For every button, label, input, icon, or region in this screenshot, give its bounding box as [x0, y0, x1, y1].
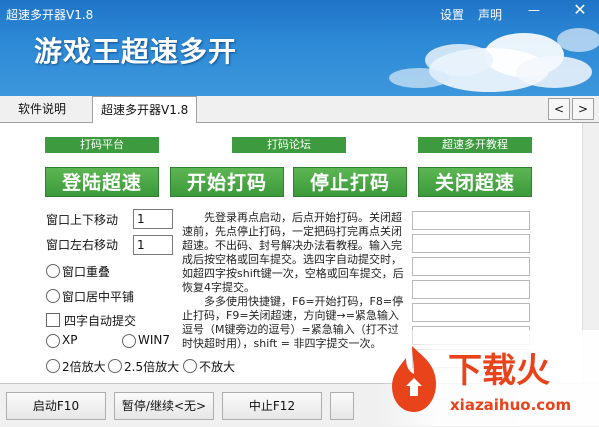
horizontal-move-input[interactable]: 1	[133, 235, 173, 255]
zoom-2-5x-radio[interactable]	[108, 359, 122, 373]
overlap-label: 窗口重叠	[62, 265, 111, 279]
login-button[interactable]: 登陆超速	[45, 167, 159, 197]
vertical-move-input[interactable]: 1	[133, 209, 173, 229]
instructions-paragraph-2: 多多使用快捷键，F6=开始打码，F8=停止打码，F9=关闭超速，方向键→=紧急输…	[182, 295, 404, 350]
xiazaihuo-watermark: 下载火 xiazaihuo.com	[380, 330, 599, 426]
instructions-text: 先登录再点启动，后点开始打码。关闭超速前，先点停止打码，一定把码打完再点关闭超速…	[182, 211, 408, 351]
watermark-url: xiazaihuo.com	[450, 396, 571, 414]
vertical-move-label: 窗口上下移动	[46, 213, 119, 227]
account-slot[interactable]	[412, 280, 530, 299]
zoom-2x-radio[interactable]	[46, 359, 60, 373]
window-title: 超速多开器V1.8	[6, 8, 94, 22]
win7-label: WIN7	[138, 333, 171, 347]
platform-link-button[interactable]: 打码平台	[45, 137, 159, 153]
close-speed-button[interactable]: 关闭超速	[418, 167, 532, 197]
account-slot[interactable]	[412, 234, 530, 253]
auto-submit-checkbox[interactable]	[46, 313, 60, 327]
tab-scroll-right-button[interactable]: >	[572, 98, 594, 120]
banner-title: 游戏王超速多开	[34, 35, 238, 68]
tile-label: 窗口居中平铺	[62, 290, 135, 304]
tab-multi-opener[interactable]: 超速多开器V1.8	[92, 96, 198, 123]
zoom-2-5x-label: 2.5倍放大	[124, 360, 180, 374]
tile-radio[interactable]	[46, 289, 60, 303]
zoom-2x-label: 2倍放大	[62, 360, 106, 374]
account-slot[interactable]	[412, 303, 530, 322]
overlap-radio[interactable]	[46, 264, 60, 278]
win7-radio[interactable]	[122, 334, 136, 348]
xp-radio[interactable]	[46, 334, 60, 348]
tab-scroll-left-button[interactable]: <	[548, 98, 570, 120]
tab-help[interactable]: 软件说明	[10, 98, 74, 120]
close-button[interactable]: ✕	[568, 2, 592, 18]
tab-bar: 软件说明 超速多开器V1.8 < >	[0, 96, 599, 123]
instructions-paragraph-1: 先登录再点启动，后点开始打码。关闭超速前，先点停止打码，一定把码打完再点关闭超速…	[182, 211, 404, 294]
account-slot[interactable]	[412, 257, 530, 276]
account-slot[interactable]	[412, 211, 530, 230]
forum-link-button[interactable]: 打码论坛	[232, 137, 346, 153]
about-link[interactable]: 声明	[478, 6, 502, 23]
settings-link[interactable]: 设置	[440, 6, 464, 23]
watermark-brand: 下载火	[448, 351, 550, 391]
start-coding-button[interactable]: 开始打码	[170, 167, 284, 197]
launch-button[interactable]: 启动F10	[6, 392, 106, 420]
zoom-none-radio[interactable]	[183, 359, 197, 373]
stop-coding-button[interactable]: 停止打码	[293, 167, 407, 197]
zoom-none-label: 不放大	[199, 360, 236, 374]
pause-resume-button[interactable]: 暂停/继续<无>	[114, 392, 214, 420]
extra-button[interactable]	[330, 392, 354, 420]
cloud-decoration	[389, 28, 599, 92]
tutorial-link-button[interactable]: 超速多开教程	[418, 137, 532, 153]
title-banner: 超速多开器V1.8 设置 声明 — ✕ 游戏王超速多开	[0, 0, 599, 96]
minimize-button[interactable]: —	[524, 2, 544, 18]
halt-button[interactable]: 中止F12	[222, 392, 322, 420]
xp-label: XP	[62, 333, 78, 347]
horizontal-move-label: 窗口左右移动	[46, 238, 119, 252]
auto-submit-label: 四字自动提交	[64, 314, 137, 328]
